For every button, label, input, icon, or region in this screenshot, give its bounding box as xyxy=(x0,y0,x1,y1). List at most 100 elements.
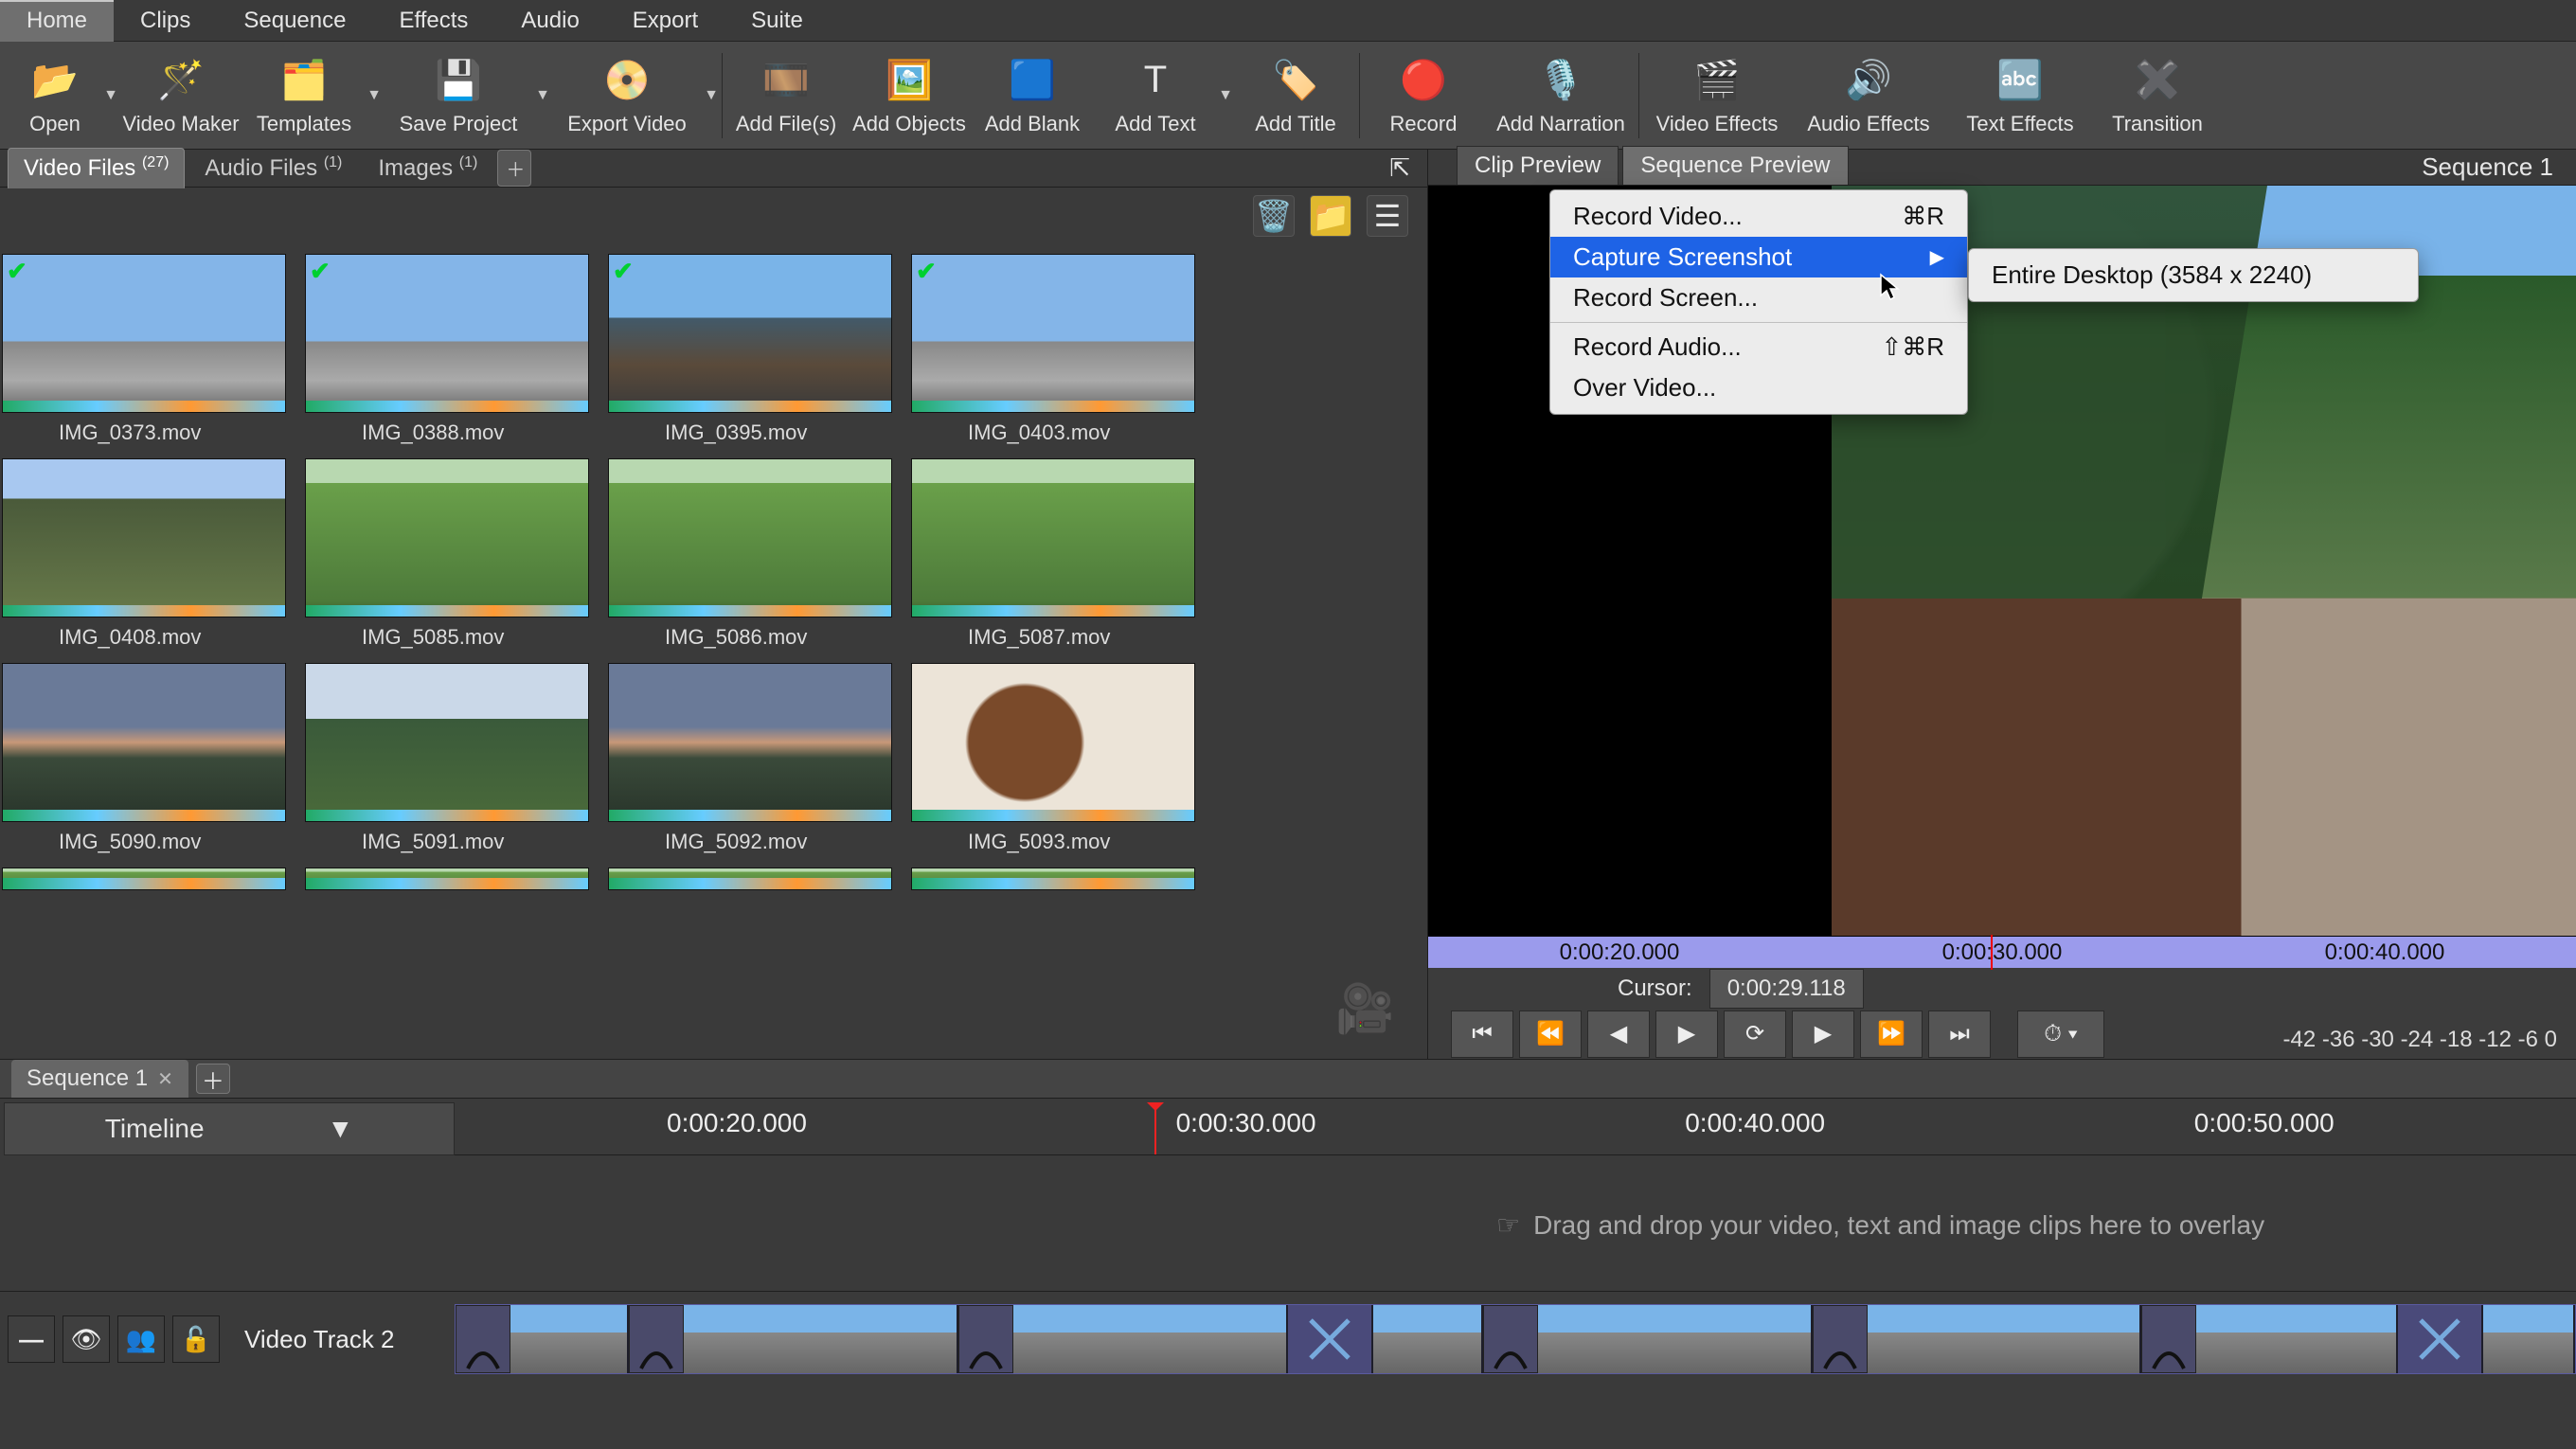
overlay-track[interactable]: ☞ Drag and drop your video, text and ima… xyxy=(0,1159,2576,1292)
timeline-clip[interactable] xyxy=(2483,1305,2575,1373)
preview-tab-sequence-preview[interactable]: Sequence Preview xyxy=(1622,146,1848,185)
next-frame-group-button[interactable]: ⏩ xyxy=(1860,1011,1923,1058)
timeline-clip[interactable] xyxy=(684,1305,958,1373)
delete-icon[interactable]: 🗑️ xyxy=(1253,195,1295,237)
clip-fx-handle[interactable] xyxy=(629,1305,684,1373)
track-link-button[interactable]: 👥 xyxy=(117,1315,165,1363)
timeline-clip[interactable] xyxy=(1373,1305,1483,1373)
add-text-button[interactable]: TAdd Text xyxy=(1094,45,1217,147)
media-clip[interactable]: ✔IMG_0373.mov xyxy=(2,254,286,445)
list-view-icon[interactable]: ☰ xyxy=(1367,195,1408,237)
speed-menu-button[interactable]: ⏱ ▾ xyxy=(2017,1011,2104,1058)
clip-thumbnail xyxy=(2,458,286,617)
track-clips[interactable] xyxy=(455,1304,2576,1374)
add-folder-icon[interactable]: 📁 xyxy=(1310,195,1351,237)
track-lock-button[interactable]: 🔓 xyxy=(172,1315,220,1363)
clip-fx-handle[interactable] xyxy=(958,1305,1013,1373)
transition-button[interactable]: ✖️Transition xyxy=(2096,45,2219,147)
clip-fx-handle[interactable] xyxy=(2141,1305,2196,1373)
timeline-clip[interactable] xyxy=(1538,1305,1813,1373)
menu-effects[interactable]: Effects xyxy=(372,0,494,42)
menu-home[interactable]: Home xyxy=(0,0,114,42)
collapse-track-button[interactable]: — xyxy=(8,1315,55,1363)
file-tab-audio-files[interactable]: Audio Files (1) xyxy=(188,148,358,188)
menu-sequence[interactable]: Sequence xyxy=(217,0,372,42)
timeline-clip[interactable] xyxy=(2196,1305,2397,1373)
chevron-down-icon[interactable]: ▼ xyxy=(1217,87,1234,104)
ruler-tick: 0:00:40.000 xyxy=(1685,1108,1825,1138)
text-effects-button[interactable]: 🔤Text Effects xyxy=(1944,45,2096,147)
video-maker-button[interactable]: 🪄Video Maker xyxy=(119,45,242,147)
loop-button[interactable]: ⟳ xyxy=(1724,1011,1786,1058)
add-title-button[interactable]: 🏷️Add Title xyxy=(1234,45,1357,147)
video-effects-button[interactable]: 🎬Video Effects xyxy=(1641,45,1793,147)
menu-item-capture-screenshot[interactable]: Capture Screenshot▶ xyxy=(1550,237,1967,277)
timeline-clip[interactable] xyxy=(1013,1305,1288,1373)
chevron-down-icon[interactable]: ▼ xyxy=(534,87,551,104)
timeline-clip[interactable] xyxy=(1868,1305,2142,1373)
media-clip[interactable]: ✔IMG_0403.mov xyxy=(911,254,1195,445)
overlay-hint: Drag and drop your video, text and image… xyxy=(1533,1210,2264,1241)
menu-item-over-video[interactable]: Over Video... xyxy=(1550,367,1967,408)
templates-button[interactable]: 🗂️Templates xyxy=(242,45,366,147)
step-back-button[interactable]: ◀ xyxy=(1587,1011,1650,1058)
transition-crossfade[interactable] xyxy=(1288,1305,1374,1373)
add-blank-button[interactable]: 🟦Add Blank xyxy=(971,45,1094,147)
media-clip[interactable]: IMG_0408.mov xyxy=(2,458,286,650)
media-clip[interactable]: IMG_5087.mov xyxy=(911,458,1195,650)
menu-clips[interactable]: Clips xyxy=(114,0,217,42)
open-button[interactable]: 📂Open xyxy=(8,45,102,147)
menu-item-record-video[interactable]: Record Video...⌘R xyxy=(1550,196,1967,237)
step-forward-button[interactable]: ▶ xyxy=(1792,1011,1854,1058)
clip-fx-handle[interactable] xyxy=(1483,1305,1538,1373)
timeline-ruler[interactable]: 0:00:20.0000:00:30.0000:00:40.0000:00:50… xyxy=(455,1102,2576,1155)
timeline-clip[interactable] xyxy=(510,1305,630,1373)
media-clip[interactable]: ✔IMG_0395.mov xyxy=(608,254,892,445)
clip-fx-handle[interactable] xyxy=(1813,1305,1868,1373)
sequence-tab[interactable]: Sequence 1 ✕ xyxy=(11,1060,188,1098)
add-sequence-button[interactable]: ＋ xyxy=(196,1064,230,1094)
menu-audio[interactable]: Audio xyxy=(494,0,605,42)
media-clip[interactable]: IMG_5086.mov xyxy=(608,458,892,650)
add-file-tab-button[interactable]: ＋ xyxy=(497,150,531,187)
media-clip[interactable]: IMG_5090.mov xyxy=(2,663,286,854)
chevron-down-icon[interactable]: ▼ xyxy=(703,87,720,104)
track-visibility-button[interactable]: 👁 xyxy=(63,1315,110,1363)
media-clip[interactable]: IMG_5093.mov xyxy=(911,663,1195,854)
menu-suite[interactable]: Suite xyxy=(724,0,830,42)
preview-tab-clip-preview[interactable]: Clip Preview xyxy=(1457,146,1619,185)
play-button[interactable]: ▶ xyxy=(1655,1011,1718,1058)
file-tab-video-files[interactable]: Video Files (27) xyxy=(8,148,185,188)
go-end-button[interactable]: ⏭ xyxy=(1928,1011,1991,1058)
timeline-dropdown[interactable]: Timeline ▼ xyxy=(4,1102,455,1155)
timeline-playhead[interactable] xyxy=(1154,1102,1156,1155)
menu-item-record-audio[interactable]: Record Audio...⇧⌘R xyxy=(1550,327,1967,367)
clip-filename: IMG_5090.mov xyxy=(2,830,286,854)
chevron-down-icon[interactable]: ▼ xyxy=(102,87,119,104)
preview-time-ruler[interactable]: 0:00:20.0000:00:30.0000:00:40.000 xyxy=(1428,936,2576,968)
prev-frame-group-button[interactable]: ⏪ xyxy=(1519,1011,1582,1058)
save-project-button[interactable]: 💾Save Project xyxy=(383,45,534,147)
close-icon[interactable]: ✕ xyxy=(157,1067,173,1091)
cursor-value[interactable]: 0:00:29.118 xyxy=(1709,969,1864,1009)
media-clip[interactable]: ✔IMG_0388.mov xyxy=(305,254,589,445)
media-clip[interactable]: IMG_5091.mov xyxy=(305,663,589,854)
export-video-button[interactable]: 📀Export Video xyxy=(551,45,703,147)
camera-icon[interactable]: 🎥 xyxy=(1335,981,1394,1037)
menu-item-record-screen[interactable]: Record Screen... xyxy=(1550,277,1967,318)
media-clip[interactable]: IMG_5085.mov xyxy=(305,458,589,650)
clip-fx-handle[interactable] xyxy=(456,1305,510,1373)
add-narration-button[interactable]: 🎙️Add Narration xyxy=(1485,45,1637,147)
undock-icon[interactable]: ⇱ xyxy=(1389,153,1410,183)
menu-export[interactable]: Export xyxy=(606,0,724,42)
go-start-button[interactable]: ⏮ xyxy=(1451,1011,1513,1058)
media-clip[interactable]: IMG_5092.mov xyxy=(608,663,892,854)
record-button[interactable]: 🔴Record xyxy=(1362,45,1485,147)
file-tab-images[interactable]: Images (1) xyxy=(362,148,493,188)
add-objects-button[interactable]: 🖼️Add Objects xyxy=(848,45,971,147)
transition-crossfade[interactable] xyxy=(2398,1305,2484,1373)
audio-effects-button[interactable]: 🔊Audio Effects xyxy=(1793,45,1944,147)
submenu-item-entire-desktop[interactable]: Entire Desktop (3584 x 2240) xyxy=(1969,255,2418,295)
add-file-s--button[interactable]: 🎞️Add File(s) xyxy=(724,45,848,147)
chevron-down-icon[interactable]: ▼ xyxy=(366,87,383,104)
